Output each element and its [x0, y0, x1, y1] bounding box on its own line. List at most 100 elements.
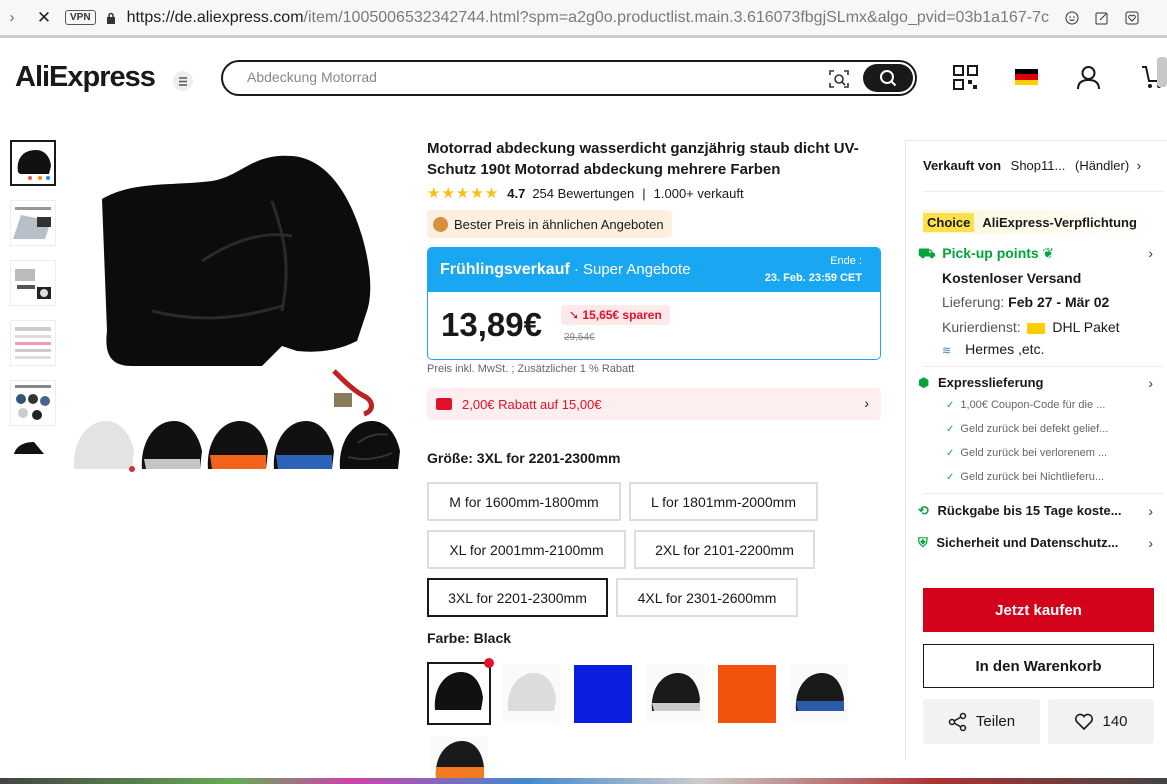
courier-label: Kurierdienst: [942, 319, 1021, 335]
heart-icon [1075, 713, 1094, 730]
aliexpress-logo[interactable]: AliExpress [15, 61, 156, 94]
pickup-row[interactable]: ⛟ Pick-up points ❦ [918, 245, 1054, 264]
size-option-m[interactable]: M for 1600mm-1800mm [427, 482, 621, 521]
image-search-icon[interactable] [828, 68, 850, 90]
chevron-right-icon[interactable]: › [1148, 245, 1153, 261]
delivery-dates: Feb 27 - Mär 02 [1008, 294, 1110, 310]
purchase-panel: Verkauft von Shop11... (Händler) › Choic… [905, 140, 1167, 760]
thumbnail-3[interactable] [10, 260, 56, 306]
edit-icon[interactable] [1095, 11, 1109, 25]
divider [923, 366, 1163, 367]
medal-icon [433, 216, 448, 232]
product-title: Motorrad abdeckung wasserdicht ganzjähri… [427, 140, 859, 178]
returns-row[interactable]: ⟲ Rückgabe bis 15 Tage koste... [918, 503, 1122, 519]
taskbar [0, 778, 1167, 784]
qr-code-icon[interactable] [953, 65, 978, 90]
color-swatch-blue[interactable] [574, 665, 632, 723]
express-item: ✓ Geld zurück bei verlorenem ... [946, 447, 1107, 459]
size-option-4xl[interactable]: 4XL for 2301-2600mm [616, 578, 798, 617]
main-product-image[interactable] [72, 141, 406, 474]
chevron-right-icon[interactable]: › [1148, 535, 1153, 551]
share-button[interactable]: Teilen [923, 699, 1040, 744]
express-row[interactable]: ⬢ Expresslieferung [918, 375, 1043, 391]
coupon-text: 2,00€ Rabatt auf 15,00€ [462, 396, 602, 412]
share-label: Teilen [975, 713, 1016, 730]
seller-type: (Händler) [1074, 158, 1130, 173]
box-icon: ⬢ [918, 375, 930, 390]
buy-now-button[interactable]: Jetzt kaufen [923, 588, 1154, 632]
color-swatch-black-silver[interactable] [646, 665, 704, 723]
separator: | [642, 185, 646, 201]
sold-count: 1.000+ verkauft [653, 185, 744, 201]
forward-icon[interactable]: › [3, 9, 21, 26]
wishlist-button[interactable]: 140 [1048, 699, 1154, 744]
scrollbar[interactable] [1157, 57, 1167, 87]
rating-row[interactable]: ★★★★★ 4.7 254 Bewertungen | 1.000+ verka… [427, 184, 744, 202]
sale-subtitle: · Super Angebote [573, 261, 691, 278]
size-option-xl[interactable]: XL for 2001mm-2100mm [427, 530, 626, 569]
hot-icon [484, 658, 494, 668]
sale-banner: Frühlingsverkauf · Super Angebote Ende : 2… [428, 248, 880, 292]
search-input[interactable] [247, 69, 807, 85]
courier-hermes: Hermes ,etc. [965, 341, 1045, 357]
sale-ends-label: Ende : [830, 255, 862, 267]
chevron-right-icon: › [1136, 158, 1142, 173]
best-price-text: Bester Preis in ähnlichen Angeboten [454, 216, 664, 232]
menu-icon[interactable] [173, 71, 193, 91]
shield-icon: ⛨ [918, 535, 928, 550]
color-swatch-black-orange[interactable] [430, 737, 488, 778]
size-option-l[interactable]: L for 1801mm-2000mm [629, 482, 818, 521]
return-icon: ⟲ [918, 503, 929, 518]
color-swatch-black-blue[interactable] [790, 665, 848, 723]
check-icon: ✓ [946, 424, 955, 435]
thumbnail-4[interactable] [10, 320, 56, 366]
search-button[interactable] [863, 64, 913, 92]
security-text: Sicherheit und Datenschutz... [936, 535, 1119, 550]
size-option-3xl[interactable]: 3XL for 2201-2300mm [427, 578, 608, 617]
coupon-banner[interactable]: 2,00€ Rabatt auf 15,00€ › [427, 388, 881, 420]
check-icon: ✓ [946, 400, 955, 411]
chevron-right-icon[interactable]: › [1148, 503, 1153, 519]
thumbnail-1[interactable] [10, 140, 56, 186]
courier-row-2: ≋ Hermes ,etc. [942, 341, 1044, 357]
security-row[interactable]: ⛨ Sicherheit und Datenschutz... [918, 535, 1118, 551]
thumbnail-6[interactable] [10, 440, 56, 454]
color-swatch-orange[interactable] [718, 665, 776, 723]
url-domain: https://de.aliexpress.com [126, 8, 304, 26]
coupon-icon [436, 398, 452, 410]
color-swatch-silver[interactable] [502, 665, 560, 723]
seller-name[interactable]: Shop11... [1011, 158, 1066, 173]
image-thumbnails [10, 140, 58, 468]
review-count[interactable]: 254 Bewertungen [532, 186, 634, 201]
color-swatch-black[interactable] [427, 662, 491, 725]
check-icon: ✓ [946, 472, 955, 483]
size-option-2xl[interactable]: 2XL for 2101-2200mm [634, 530, 815, 569]
size-label: Größe: 3XL for 2201-2300mm [427, 450, 621, 466]
heart-outline-icon[interactable] [1125, 11, 1139, 25]
dhl-logo-icon [1027, 322, 1046, 334]
german-flag-icon[interactable] [1015, 69, 1038, 85]
leaf-icon: ❦ [1042, 245, 1055, 261]
stop-icon[interactable]: ✕ [35, 8, 53, 28]
add-to-cart-button[interactable]: In den Warenkorb [923, 644, 1154, 688]
address-bar[interactable]: https://de.aliexpress.com/item/100500653… [127, 9, 1057, 27]
express-item: ✓ Geld zurück bei defekt gelief... [946, 423, 1108, 435]
express-item-text: Geld zurück bei Nichtlieferu... [960, 471, 1105, 483]
hermes-logo-icon: ≋ [942, 345, 952, 357]
chevron-right-icon: › [864, 395, 869, 411]
emoji-icon[interactable] [1065, 11, 1079, 25]
thumbnail-2[interactable] [10, 200, 56, 246]
delivery-row: Lieferung: Feb 27 - Mär 02 [942, 294, 1109, 310]
courier-row: Kurierdienst: DHL Paket [942, 319, 1120, 335]
pickup-points: Pick-up points [942, 245, 1039, 261]
divider [923, 191, 1163, 192]
choice-tag: Choice [923, 212, 975, 232]
express-item-text: 1,00€ Coupon-Code für die ... [960, 399, 1106, 411]
vpn-badge[interactable]: VPN [65, 10, 96, 25]
account-icon[interactable] [1076, 65, 1101, 90]
express-item-text: Geld zurück bei verlorenem ... [960, 447, 1108, 459]
seller-row[interactable]: Verkauft von Shop11... (Händler) › [923, 158, 1141, 173]
chevron-right-icon[interactable]: › [1148, 375, 1153, 391]
best-price-badge[interactable]: Bester Preis in ähnlichen Angeboten [427, 210, 672, 238]
thumbnail-5[interactable] [10, 380, 56, 426]
